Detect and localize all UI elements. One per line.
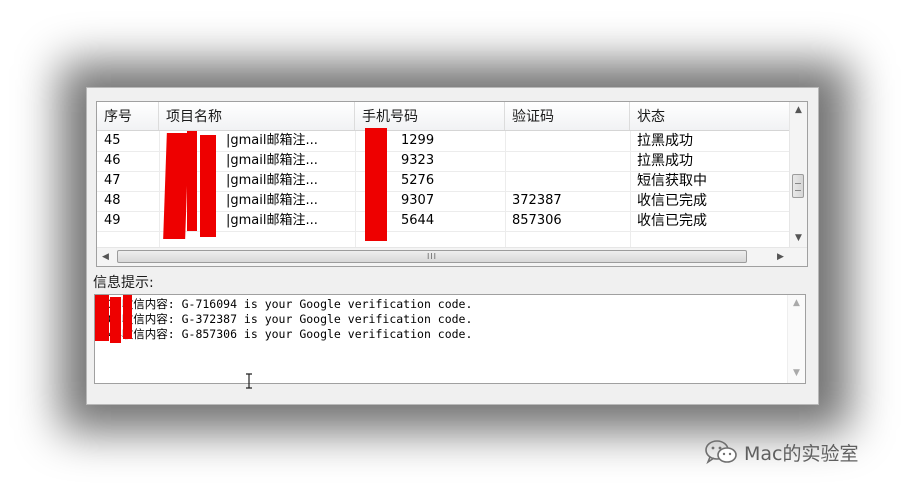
redaction-mark [365,128,387,241]
redaction-mark [95,295,109,341]
redaction-mark [163,133,189,239]
watermark: Mac的实验室 [704,437,858,467]
info-message-line: 307收信内容: G-372387 is your Google verific… [101,312,473,326]
column-header-index[interactable]: 序号 [97,102,159,130]
column-header-code[interactable]: 验证码 [505,102,630,130]
list-body: 45 |gmail邮箱注... 1299 拉黑成功 46 |gmail邮箱注..… [97,128,790,249]
redaction-mark [123,295,132,339]
redaction-mark [200,135,216,237]
cell-phone: 9323 [401,153,435,168]
cell-code: 857306 [512,213,562,228]
wechat-icon [705,440,737,465]
cell-phone: 5276 [401,173,435,188]
column-header-status[interactable]: 状态 [630,102,790,130]
info-message-box[interactable]: 337收信内容: G-716094 is your Google verific… [94,294,806,384]
cell-code [505,171,630,191]
cell-status: 拉黑成功 [637,133,693,149]
redaction-mark [110,297,121,343]
cell-index: 48 [104,193,121,208]
scroll-right-arrow-icon[interactable]: ▶ [772,248,789,266]
scroll-left-arrow-icon[interactable]: ◀ [97,248,114,266]
scroll-up-arrow-icon[interactable]: ▲ [788,295,805,312]
list-header: 序号 项目名称 手机号码 验证码 状态 [97,102,790,131]
cell-index: 46 [104,153,121,168]
cell-status: 收信已完成 [637,213,707,229]
cell-project: |gmail邮箱注... [226,153,318,168]
cell-code: 372387 [512,193,562,208]
cell-phone: 5644 [401,213,435,228]
redaction-mark [187,131,197,231]
scroll-down-arrow-icon[interactable]: ▼ [790,230,807,247]
cell-index: 45 [104,133,121,148]
cell-code [505,151,630,171]
info-vertical-scrollbar[interactable]: ▲ ▼ [787,295,805,383]
text-cursor-icon [246,373,252,389]
cell-status: 短信获取中 [637,173,707,189]
column-header-phone[interactable]: 手机号码 [355,102,505,130]
info-message-line: 644收信内容: G-857306 is your Google verific… [101,327,473,341]
cell-project: |gmail邮箱注... [226,213,318,228]
cell-index: 47 [104,173,121,188]
cell-project: |gmail邮箱注... [226,133,318,148]
cell-phone: 9307 [401,193,435,208]
cell-code [505,131,630,151]
column-header-project[interactable]: 项目名称 [159,102,355,130]
scroll-down-arrow-icon[interactable]: ▼ [788,365,805,382]
scroll-up-arrow-icon[interactable]: ▲ [790,102,807,119]
watermark-text: Mac的实验室 [744,442,859,465]
cell-project: |gmail邮箱注... [226,193,318,208]
list-vertical-scrollbar[interactable]: ▲ ▼ [789,102,807,249]
list-horizontal-scrollbar[interactable]: ◀ III ▶ [97,247,807,266]
cell-status: 收信已完成 [637,193,707,209]
sms-list-view[interactable]: 序号 项目名称 手机号码 验证码 状态 45 |gmail邮箱注... 1299… [96,101,808,267]
info-message-line: 337收信内容: G-716094 is your Google verific… [101,297,473,311]
cell-project: |gmail邮箱注... [226,173,318,188]
cell-status: 拉黑成功 [637,153,693,169]
scrollbar-thumb[interactable]: III [117,250,747,263]
scrollbar-thumb[interactable] [792,174,804,198]
cell-phone: 1299 [401,133,435,148]
cell-index: 49 [104,213,121,228]
info-label: 信息提示: [93,275,154,291]
app-window: 序号 项目名称 手机号码 验证码 状态 45 |gmail邮箱注... 1299… [86,87,819,405]
